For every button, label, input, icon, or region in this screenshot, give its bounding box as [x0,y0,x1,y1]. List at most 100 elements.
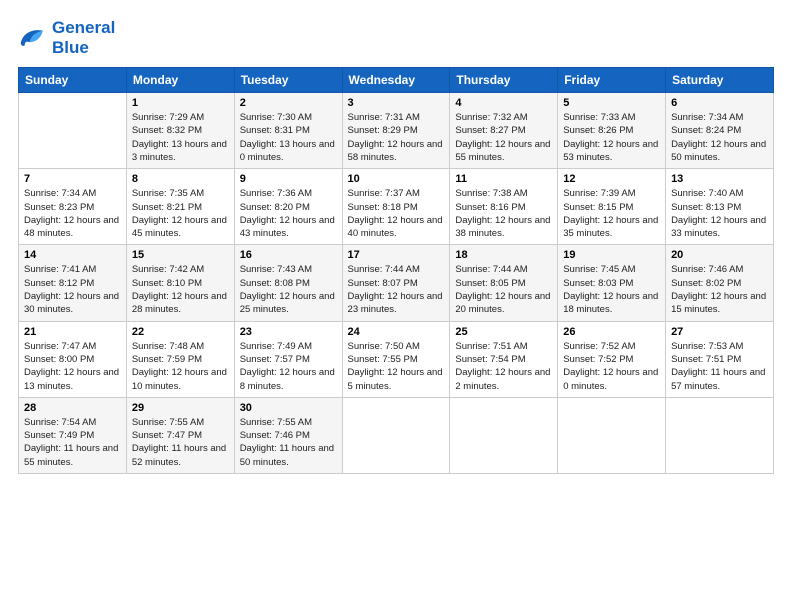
sunrise-text: Sunrise: 7:33 AM [563,112,635,123]
calendar-cell: 6Sunrise: 7:34 AMSunset: 8:24 PMDaylight… [666,93,774,169]
daylight-text: Daylight: 11 hours and 52 minutes. [132,443,226,467]
sunrise-text: Sunrise: 7:47 AM [24,341,96,352]
sunset-text: Sunset: 7:59 PM [132,354,202,365]
sunset-text: Sunset: 8:27 PM [455,125,525,136]
sunset-text: Sunset: 8:07 PM [348,278,418,289]
day-number: 30 [240,402,337,414]
calendar-cell: 2 Sunrise: 7:30 AMSunset: 8:31 PMDaylight… [234,93,342,169]
day-number: 18 [455,249,552,261]
calendar-cell [19,93,127,169]
daylight-text: Daylight: 12 hours and 35 minutes. [563,215,658,239]
sunrise-text: Sunrise: 7:49 AM [240,341,312,352]
sunrise-text: Sunrise: 7:52 AM [563,341,635,352]
col-header-tuesday: Tuesday [234,68,342,93]
sunset-text: Sunset: 8:24 PM [671,125,741,136]
calendar-cell: 22Sunrise: 7:48 AMSunset: 7:59 PMDayligh… [126,321,234,397]
daylight-text: Daylight: 12 hours and 20 minutes. [455,291,550,315]
sunset-text: Sunset: 7:47 PM [132,430,202,441]
calendar-cell [666,397,774,473]
calendar-cell: 19Sunrise: 7:45 AMSunset: 8:03 PMDayligh… [558,245,666,321]
day-info: Sunrise: 7:31 AMSunset: 8:29 PMDaylight:… [348,111,445,164]
day-info: Sunrise: 7:36 AM Sunset: 8:20 PM Daylight:… [240,187,337,240]
col-header-saturday: Saturday [666,68,774,93]
sunset-text: Sunset: 8:20 PM [240,202,310,213]
daylight-text: Daylight: 12 hours and 8 minutes. [240,367,335,391]
calendar-body: 1Sunrise: 7:29 AMSunset: 8:32 PMDaylight… [19,93,774,474]
day-number: 26 [563,326,660,338]
sunset-text: Sunset: 8:12 PM [24,278,94,289]
page: General Blue SundayMondayTuesdayWednesda… [0,0,792,612]
day-number: 10 [348,173,445,185]
calendar-cell: 4Sunrise: 7:32 AMSunset: 8:27 PMDaylight… [450,93,558,169]
sunset-text: Sunset: 8:00 PM [24,354,94,365]
day-info: Sunrise: 7:46 AMSunset: 8:02 PMDaylight:… [671,263,768,316]
calendar-cell: 5Sunrise: 7:33 AMSunset: 8:26 PMDaylight… [558,93,666,169]
sunrise-text: Sunrise: 7:30 AM [240,112,312,123]
day-number: 19 [563,249,660,261]
daylight-text: Daylight: 12 hours and 18 minutes. [563,291,658,315]
day-number: 7 [24,173,121,185]
calendar-cell: 30Sunrise: 7:55 AMSunset: 7:46 PMDayligh… [234,397,342,473]
day-number: 20 [671,249,768,261]
day-number: 29 [132,402,229,414]
calendar-cell: 25Sunrise: 7:51 AMSunset: 7:54 PMDayligh… [450,321,558,397]
calendar-cell: 17Sunrise: 7:44 AMSunset: 8:07 PMDayligh… [342,245,450,321]
sunrise-text: Sunrise: 7:36 AM [240,188,312,199]
sunrise-text: Sunrise: 7:51 AM [455,341,527,352]
sunrise-text: Sunrise: 7:50 AM [348,341,420,352]
daylight-text: Daylight: 12 hours and 43 minutes. [240,215,335,239]
daylight-text: Daylight: 12 hours and 33 minutes. [671,215,766,239]
daylight-text: Daylight: 13 hours and 3 minutes. [132,139,227,163]
daylight-text: Daylight: 12 hours and 10 minutes. [132,367,227,391]
sunset-text: Sunset: 8:29 PM [348,125,418,136]
sunset-text: Sunset: 8:23 PM [24,202,94,213]
day-info: Sunrise: 7:49 AMSunset: 7:57 PMDaylight:… [240,340,337,393]
calendar-cell: 7 Sunrise: 7:34 AM Sunset: 8:23 PM Daylight… [19,169,127,245]
day-info: Sunrise: 7:52 AMSunset: 7:52 PMDaylight:… [563,340,660,393]
sunrise-text: Sunrise: 7:34 AM [24,188,96,199]
calendar-week-1: 1Sunrise: 7:29 AMSunset: 8:32 PMDaylight… [19,93,774,169]
daylight-text: Daylight: 12 hours and 5 minutes. [348,367,443,391]
sunrise-text: Sunrise: 7:38 AM [455,188,527,199]
calendar-cell: 27Sunrise: 7:53 AMSunset: 7:51 PMDayligh… [666,321,774,397]
sunrise-text: Sunrise: 7:44 AM [455,264,527,275]
calendar-cell: 10Sunrise: 7:37 AMSunset: 8:18 PMDayligh… [342,169,450,245]
daylight-text: Daylight: 12 hours and 38 minutes. [455,215,550,239]
sunset-text: Sunset: 8:21 PM [132,202,202,213]
day-info: Sunrise: 7:30 AMSunset: 8:31 PMDaylight:… [240,111,337,164]
daylight-text: Daylight: 12 hours and 48 minutes. [24,215,119,239]
calendar-cell: 9Sunrise: 7:36 AMSunset: 8:20 PMDaylight… [234,169,342,245]
sunrise-text: Sunrise: 7:29 AM [132,112,204,123]
col-header-sunday: Sunday [19,68,127,93]
col-header-friday: Friday [558,68,666,93]
logo: General Blue [18,18,115,57]
daylight-text: Daylight: 12 hours and 13 minutes. [24,367,119,391]
calendar-cell: 16Sunrise: 7:43 AMSunset: 8:08 PMDayligh… [234,245,342,321]
sunset-text: Sunset: 8:18 PM [348,202,418,213]
sunset-text: Sunset: 8:08 PM [240,278,310,289]
sunrise-text: Sunrise: 7:40 AM [671,188,743,199]
sunrise-text: Sunrise: 7:34 AM [671,112,743,123]
calendar-week-3: 14Sunrise: 7:41 AMSunset: 8:12 PMDayligh… [19,245,774,321]
daylight-text: Daylight: 12 hours and 2 minutes. [455,367,550,391]
calendar-cell [558,397,666,473]
day-number: 12 [563,173,660,185]
daylight-text: Daylight: 12 hours and 23 minutes. [348,291,443,315]
day-number: 2 [240,97,337,109]
sunrise-text: Sunrise: 7:43 AM [240,264,312,275]
sunset-text: Sunset: 7:49 PM [24,430,94,441]
sunrise-text: Sunrise: 7:44 AM [348,264,420,275]
day-info: Sunrise: 7:53 AMSunset: 7:51 PMDaylight:… [671,340,768,393]
day-number: 28 [24,402,121,414]
sunset-text: Sunset: 8:26 PM [563,125,633,136]
logo-text: General Blue [52,18,115,57]
calendar-cell: 28Sunrise: 7:54 AMSunset: 7:49 PMDayligh… [19,397,127,473]
daylight-text: Daylight: 12 hours and 45 minutes. [132,215,227,239]
sunrise-text: Sunrise: 7:32 AM [455,112,527,123]
calendar-cell: 21Sunrise: 7:47 AMSunset: 8:00 PMDayligh… [19,321,127,397]
day-info: Sunrise: 7:34 AM Sunset: 8:23 PM Daylight:… [24,187,121,240]
day-number: 15 [132,249,229,261]
sunset-text: Sunset: 8:03 PM [563,278,633,289]
day-number: 25 [455,326,552,338]
col-header-wednesday: Wednesday [342,68,450,93]
